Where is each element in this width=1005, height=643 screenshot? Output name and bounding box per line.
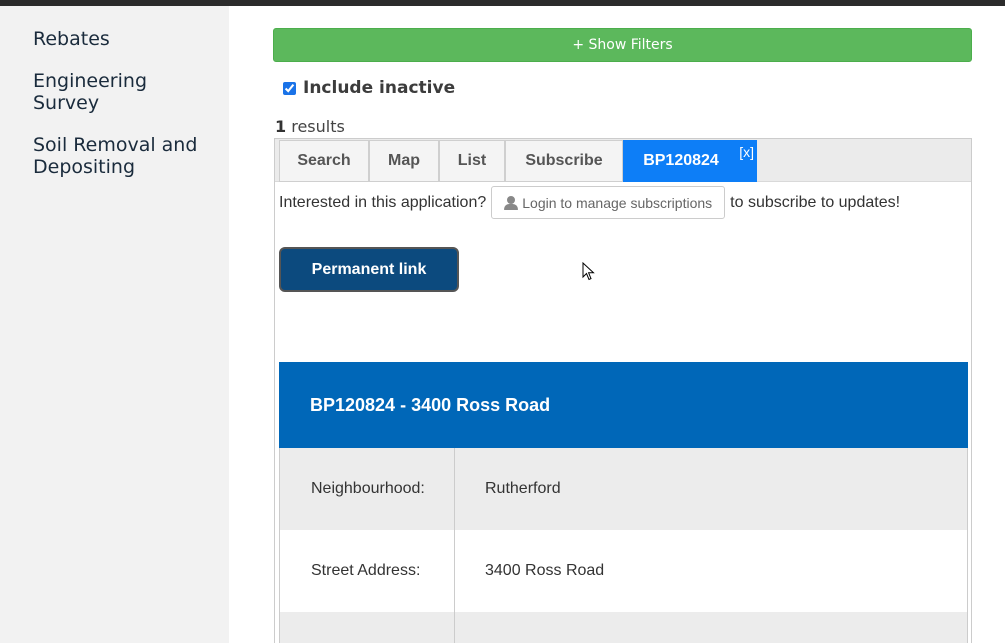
detail-key: Street Address: xyxy=(280,530,455,612)
tab-subscribe[interactable]: Subscribe xyxy=(505,140,623,182)
results-number: 1 xyxy=(275,117,287,136)
login-subscriptions-button[interactable]: Login to manage subscriptions xyxy=(491,186,726,219)
detail-title: BP120824 - 3400 Ross Road xyxy=(279,362,968,448)
sidebar-item-rebates[interactable]: Rebates xyxy=(33,28,110,50)
include-inactive-checkbox[interactable] xyxy=(283,81,296,95)
tab-close-icon[interactable]: [x] xyxy=(739,144,754,160)
show-filters-button[interactable]: + Show Filters xyxy=(273,28,972,62)
tab-list[interactable]: List xyxy=(439,140,505,182)
mouse-cursor-icon xyxy=(582,262,595,281)
permanent-link-button[interactable]: Permanent link xyxy=(279,247,459,292)
detail-key-empty xyxy=(280,612,455,643)
detail-value: Rutherford xyxy=(485,480,561,497)
sidebar-item-soil-removal[interactable]: Soil Removal and Depositing xyxy=(33,134,223,178)
detail-key: Neighbourhood: xyxy=(280,448,455,530)
include-inactive-row: Include inactive xyxy=(283,78,455,98)
detail-row-neighbourhood: Neighbourhood: Rutherford xyxy=(279,448,968,530)
detail-row-street-address: Street Address: 3400 Ross Road xyxy=(279,530,968,612)
detail-value: 3400 Ross Road xyxy=(485,562,605,579)
tab-bar: Search Map List Subscribe BP120824 [x] xyxy=(275,139,971,182)
user-icon xyxy=(504,195,519,210)
login-button-label: Login to manage subscriptions xyxy=(522,194,713,211)
subscribe-suffix: to subscribe to updates! xyxy=(730,193,901,211)
sidebar: Rebates Engineering Survey Soil Removal … xyxy=(0,6,229,643)
subscribe-prefix: Interested in this application? xyxy=(279,193,487,211)
detail-row-next xyxy=(279,612,968,643)
tab-map[interactable]: Map xyxy=(369,140,439,182)
detail-value-empty xyxy=(455,612,967,643)
results-count: 1 results xyxy=(275,117,345,136)
tab-bp120824[interactable]: BP120824 [x] xyxy=(623,140,757,182)
results-panel: Search Map List Subscribe BP120824 [x] I… xyxy=(274,138,972,643)
sidebar-item-engineering-survey[interactable]: Engineering Survey xyxy=(33,70,183,114)
tab-bp120824-label: BP120824 xyxy=(643,152,719,169)
subscribe-prompt: Interested in this application? Login to… xyxy=(279,186,900,219)
include-inactive-label: Include inactive xyxy=(303,78,456,98)
results-label: results xyxy=(291,117,345,136)
tab-search[interactable]: Search xyxy=(279,140,369,182)
